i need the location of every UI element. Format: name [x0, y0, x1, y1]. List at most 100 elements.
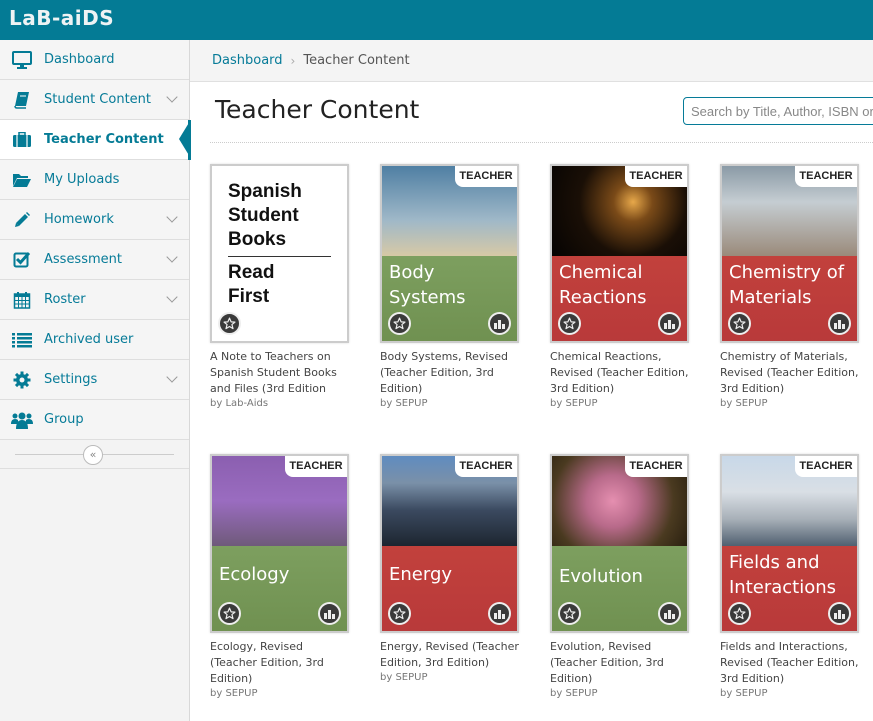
book-author: by Lab-Aids — [210, 397, 370, 411]
book-card[interactable]: Body Systems TEACHER Body Systems, Revis… — [380, 164, 540, 411]
top-bar: LaB-aiDS — [0, 0, 873, 40]
favorite-button[interactable] — [728, 602, 751, 625]
book-title[interactable]: Chemistry of Materials, Revised (Teacher… — [720, 349, 860, 397]
book-card[interactable]: Ecology TEACHER Ecology, Revised (Teache… — [210, 454, 370, 701]
chevron-down-icon[interactable] — [166, 251, 177, 262]
book-card[interactable]: Chemical Reactions TEACHER Chemical Reac… — [550, 164, 710, 411]
active-indicator-arrow — [179, 121, 190, 157]
book-author: by SEPUP — [210, 687, 370, 701]
favorite-button[interactable] — [728, 312, 751, 335]
book-title[interactable]: Ecology, Revised (Teacher Edition, 3rd E… — [210, 639, 350, 687]
book-card[interactable]: Fields and Interactions TEACHER Fields a… — [720, 454, 873, 701]
sidebar-item-teacher-content[interactable]: Teacher Content — [0, 120, 189, 160]
teacher-badge: TEACHER — [625, 166, 687, 187]
stats-button[interactable] — [488, 312, 511, 335]
cover-title: Body Systems — [389, 260, 513, 310]
book-title[interactable]: Chemical Reactions, Revised (Teacher Edi… — [550, 349, 690, 397]
book-icon — [11, 91, 33, 109]
star-icon — [563, 317, 576, 330]
book-title[interactable]: Energy, Revised (Teacher Edition, 3rd Ed… — [380, 639, 520, 671]
star-icon — [223, 317, 236, 330]
sidebar-collapse-row: « — [0, 440, 189, 469]
cover-title: Ecology — [219, 562, 343, 587]
bar-chart-icon — [664, 609, 675, 619]
breadcrumb-current: Teacher Content — [303, 53, 409, 68]
book-cover[interactable]: Chemistry of Materials TEACHER — [720, 164, 859, 343]
lab-aids-logo[interactable]: LaB-aiDS — [9, 6, 114, 30]
stats-button[interactable] — [828, 312, 851, 335]
bar-chart-icon — [494, 319, 505, 329]
stats-button[interactable] — [828, 602, 851, 625]
sidebar-item-assessment[interactable]: Assessment — [0, 240, 189, 280]
favorite-button[interactable] — [218, 602, 241, 625]
breadcrumb: Dashboard › Teacher Content — [190, 40, 873, 82]
book-cover[interactable]: Energy TEACHER — [380, 454, 519, 633]
star-icon — [733, 317, 746, 330]
favorite-button[interactable] — [218, 312, 241, 335]
book-cover[interactable]: Body Systems TEACHER — [380, 164, 519, 343]
book-cover[interactable]: Fields and Interactions TEACHER — [720, 454, 859, 633]
sidebar-item-label: Settings — [44, 372, 97, 387]
page-title: Teacher Content — [215, 95, 419, 124]
sidebar-item-archived-user[interactable]: Archived user — [0, 320, 189, 360]
book-card[interactable]: SpanishStudentBooks ReadFirst A Note to … — [210, 164, 370, 411]
breadcrumb-dashboard[interactable]: Dashboard — [212, 53, 283, 68]
favorite-button[interactable] — [558, 602, 581, 625]
stats-button[interactable] — [488, 602, 511, 625]
search-input[interactable] — [683, 97, 873, 125]
teacher-badge: TEACHER — [625, 456, 687, 477]
book-title[interactable]: A Note to Teachers on Spanish Student Bo… — [210, 349, 350, 397]
book-cover[interactable]: Evolution TEACHER — [550, 454, 689, 633]
users-icon — [11, 411, 33, 429]
stats-button[interactable] — [658, 312, 681, 335]
sidebar-item-group[interactable]: Group — [0, 400, 189, 440]
sidebar-item-label: Dashboard — [44, 52, 115, 67]
calendar-icon — [11, 291, 33, 309]
cover-title: Evolution — [559, 564, 683, 589]
favorite-button[interactable] — [558, 312, 581, 335]
chevron-down-icon[interactable] — [166, 291, 177, 302]
sidebar-item-dashboard[interactable]: Dashboard — [0, 40, 189, 80]
book-cover[interactable]: Ecology TEACHER — [210, 454, 349, 633]
book-card[interactable]: Energy TEACHER Energy, Revised (Teacher … — [380, 454, 540, 685]
favorite-button[interactable] — [388, 312, 411, 335]
favorite-button[interactable] — [388, 602, 411, 625]
cover-rule — [228, 256, 331, 257]
sidebar-item-homework[interactable]: Homework — [0, 200, 189, 240]
cover-title: Fields and Interactions — [729, 550, 853, 600]
sidebar-item-student-content[interactable]: Student Content — [0, 80, 189, 120]
sidebar-item-settings[interactable]: Settings — [0, 360, 189, 400]
book-title[interactable]: Evolution, Revised (Teacher Edition, 3rd… — [550, 639, 690, 687]
cover-title: Chemistry of Materials — [729, 260, 853, 310]
list-icon — [11, 331, 33, 349]
star-icon — [393, 317, 406, 330]
chevron-down-icon[interactable] — [166, 371, 177, 382]
book-card[interactable]: Chemistry of Materials TEACHER Chemistry… — [720, 164, 873, 411]
sidebar-item-label: Homework — [44, 212, 114, 227]
book-author: by SEPUP — [380, 397, 540, 411]
bar-chart-icon — [834, 319, 845, 329]
folder-open-icon — [11, 171, 33, 189]
book-title[interactable]: Fields and Interactions, Revised (Teache… — [720, 639, 860, 687]
monitor-icon — [11, 51, 33, 69]
collapse-sidebar-button[interactable]: « — [83, 445, 103, 465]
sidebar-item-roster[interactable]: Roster — [0, 280, 189, 320]
chevron-down-icon[interactable] — [166, 91, 177, 102]
book-author: by SEPUP — [720, 397, 873, 411]
star-icon — [393, 607, 406, 620]
book-title[interactable]: Body Systems, Revised (Teacher Edition, … — [380, 349, 520, 397]
stats-button[interactable] — [658, 602, 681, 625]
book-cover[interactable]: SpanishStudentBooks ReadFirst — [210, 164, 349, 343]
sidebar-item-label: Teacher Content — [44, 132, 164, 147]
book-cover[interactable]: Chemical Reactions TEACHER — [550, 164, 689, 343]
sidebar-item-label: Archived user — [44, 332, 133, 347]
cover-title: Energy — [389, 562, 513, 587]
stats-button[interactable] — [318, 602, 341, 625]
book-card[interactable]: Evolution TEACHER Evolution, Revised (Te… — [550, 454, 710, 701]
teacher-badge: TEACHER — [795, 456, 857, 477]
breadcrumb-separator-icon: › — [291, 54, 296, 68]
bar-chart-icon — [494, 609, 505, 619]
chevron-down-icon[interactable] — [166, 211, 177, 222]
sidebar-item-my-uploads[interactable]: My Uploads — [0, 160, 189, 200]
sidebar-item-label: Roster — [44, 292, 86, 307]
